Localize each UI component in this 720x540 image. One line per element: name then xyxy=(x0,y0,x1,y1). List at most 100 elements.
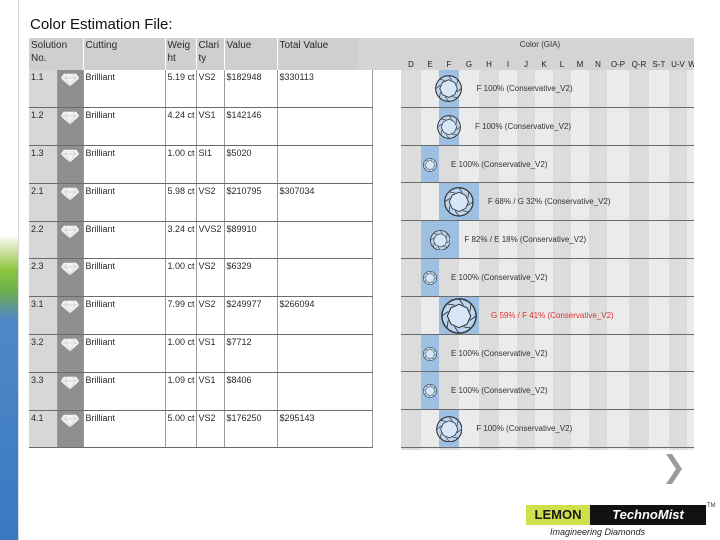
cell-weight: 1.00 ct xyxy=(165,334,197,373)
table-row: 2.1 Brilliant 5.98 ct VS2 $210795 $307034 xyxy=(29,183,373,222)
cell-solution-no: 1.3 xyxy=(29,145,58,184)
logo-lemon: LEMON xyxy=(526,505,590,525)
table-body: 1.1 Brilliant 5.19 ct VS2 $182948 $330113 1.2 B… xyxy=(29,70,373,449)
cell-value: $182948 xyxy=(224,70,278,109)
cell-clarity: VS1 xyxy=(196,334,225,373)
estimate-label: E 100% (Conservative_V2) xyxy=(451,348,548,358)
table-row: 3.2 Brilliant 1.00 ct VS1 $7712 xyxy=(29,334,373,373)
cell-value: $5020 xyxy=(224,145,278,184)
diamond-icon xyxy=(429,229,451,251)
grade-label: G xyxy=(465,60,473,69)
grade-column xyxy=(669,70,687,450)
header-solution: Solution No. xyxy=(29,38,84,70)
cutting-icon-cell xyxy=(57,410,84,449)
grade-label: J xyxy=(524,60,528,69)
estimate-label: F 68% / G 32% (Conservative_V2) xyxy=(487,197,611,207)
grade-column xyxy=(589,70,607,450)
cutting-icon-cell xyxy=(57,221,84,260)
cell-value: $7712 xyxy=(224,334,278,373)
diamond-icon xyxy=(437,114,461,139)
table-row: 1.3 Brilliant 1.00 ct SI1 $5020 xyxy=(29,145,373,184)
cell-solution-no: 3.3 xyxy=(29,372,58,411)
chart-title: Color (GIA) xyxy=(519,40,561,49)
diamond-icon xyxy=(60,376,80,390)
cell-weight: 1.09 ct xyxy=(165,372,197,411)
cell-cutting: Brilliant xyxy=(83,296,166,336)
cell-cutting: Brilliant xyxy=(83,221,166,260)
diamond-icon xyxy=(441,297,477,334)
chevron-right-icon[interactable] xyxy=(664,452,684,486)
cell-value: $89910 xyxy=(224,221,278,260)
slide-title: Color Estimation File: xyxy=(30,16,173,33)
cell-total-value: $295143 xyxy=(277,410,373,449)
grade-label: M xyxy=(576,60,584,69)
estimate-label: E 100% (Conservative_V2) xyxy=(451,159,548,169)
cell-total-value: $266094 xyxy=(277,296,373,336)
table-row: 3.1 Brilliant 7.99 ct VS2 $249977 $266094 xyxy=(29,296,373,336)
cell-clarity: VS1 xyxy=(196,107,225,147)
cell-solution-no: 3.2 xyxy=(29,334,58,373)
cell-total-value xyxy=(277,258,373,298)
estimation-panel: Solution No. Cutting Weight Clarity Valu… xyxy=(29,38,694,450)
estimate-label: F 100% (Conservative_V2) xyxy=(476,424,573,434)
cell-solution-no: 2.2 xyxy=(29,221,58,260)
cell-total-value xyxy=(277,107,373,147)
cell-value: $142146 xyxy=(224,107,278,147)
table-header-row: Solution No. Cutting Weight Clarity Valu… xyxy=(29,38,373,70)
diamond-icon xyxy=(60,111,80,125)
cell-clarity: VS2 xyxy=(196,183,225,222)
diamond-icon xyxy=(423,270,437,285)
grade-column xyxy=(649,70,669,450)
cell-value: $8406 xyxy=(224,372,278,411)
cutting-icon-cell xyxy=(57,296,84,336)
diamond-icon xyxy=(435,75,463,103)
grade-label: W-X xyxy=(688,60,694,69)
cutting-icon-cell xyxy=(57,258,84,298)
diamond-icon xyxy=(444,187,474,217)
cell-total-value: $307034 xyxy=(277,183,373,222)
logo-trademark: TM xyxy=(707,503,716,509)
cell-value: $210795 xyxy=(224,183,278,222)
cell-weight: 1.00 ct xyxy=(165,145,197,184)
cutting-icon-cell xyxy=(57,372,84,411)
diamond-icon xyxy=(60,300,80,314)
grade-label: F xyxy=(446,60,452,69)
cell-cutting: Brilliant xyxy=(83,334,166,373)
row-separator xyxy=(401,144,694,146)
grade-label: S-T xyxy=(652,60,666,69)
row-separator xyxy=(401,258,694,259)
table-row: 2.2 Brilliant 3.24 ct VVS2 $89910 xyxy=(29,221,373,260)
cell-total-value xyxy=(277,145,373,184)
grade-label: Q-R xyxy=(631,60,647,69)
table-row: 4.1 Brilliant 5.00 ct VS2 $176250 $295143 xyxy=(29,410,373,449)
header-weight: Weight xyxy=(165,38,197,70)
estimate-label: E 100% (Conservative_V2) xyxy=(451,386,548,396)
table-row: 3.3 Brilliant 1.09 ct VS1 $8406 xyxy=(29,372,373,411)
cell-solution-no: 1.1 xyxy=(29,70,58,109)
grade-label: O-P xyxy=(610,60,626,69)
cell-cutting: Brilliant xyxy=(83,107,166,147)
cell-solution-no: 1.2 xyxy=(29,107,58,147)
cell-weight: 1.00 ct xyxy=(165,258,197,298)
grade-label: K xyxy=(541,60,547,69)
row-separator xyxy=(401,447,694,448)
grade-label: I xyxy=(506,60,510,69)
cell-solution-no: 2.3 xyxy=(29,258,58,298)
estimate-label: F 100% (Conservative_V2) xyxy=(474,121,572,131)
cell-clarity: VS2 xyxy=(196,410,225,449)
estimate-label: E 100% (Conservative_V2) xyxy=(451,272,548,282)
logo-tagline: Imagineering Diamonds xyxy=(550,527,646,537)
estimation-table: Solution No. Cutting Weight Clarity Valu… xyxy=(29,38,373,449)
grade-label: E xyxy=(427,60,433,69)
cell-weight: 5.19 ct xyxy=(165,70,197,109)
divider xyxy=(18,0,19,540)
cell-cutting: Brilliant xyxy=(83,410,166,449)
color-chart: Color (GIA) F 100% (Conservative_V2) F 10… xyxy=(357,38,694,450)
diamond-icon xyxy=(60,414,80,428)
cell-value: $249977 xyxy=(224,296,278,336)
grade-column xyxy=(687,70,694,450)
cell-cutting: Brilliant xyxy=(83,70,166,109)
cell-total-value xyxy=(277,221,373,260)
diamond-icon xyxy=(423,384,437,399)
diamond-icon xyxy=(60,187,80,201)
